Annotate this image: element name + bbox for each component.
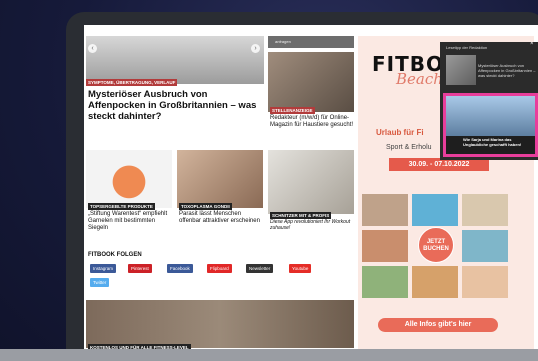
parasite-tag: TOXOPLASMA GONDII <box>179 203 232 210</box>
youtube-button[interactable]: Youtube <box>289 264 312 273</box>
ad-book-now-button[interactable]: JETZT BUCHEN <box>418 227 454 263</box>
popup-item-1[interactable]: Mysteriöser Ausbruch von Affenpocken in … <box>478 63 536 78</box>
ad-more-info-button[interactable]: Alle Infos gibt's hier <box>378 318 498 332</box>
close-icon[interactable]: × <box>530 41 534 47</box>
shrimp-image[interactable] <box>86 150 172 208</box>
instagram-button[interactable]: Instagram <box>90 264 117 273</box>
job-headline[interactable]: Redakteur (m/w/d) für Online-Magazin für… <box>270 115 354 129</box>
newsletter-button[interactable]: Newsletter <box>246 264 274 273</box>
follow-title: FITBOOK FOLGEN <box>88 252 142 258</box>
workout-image[interactable] <box>268 150 354 214</box>
ad-urlaub: Urlaub für Fi <box>376 128 424 137</box>
workout-tag: SCHNITZER MIT & PROFIS <box>270 212 332 219</box>
top-strip-label: anfragen <box>275 39 291 44</box>
workout-headline[interactable]: Diese App revolutioniert Ihr Workout zuh… <box>270 219 354 232</box>
hero-image[interactable] <box>86 36 264 84</box>
hero-tag: SYMPTOME, ÜBERTRAGUNG, VERLAUF <box>86 79 178 86</box>
carousel-prev-icon[interactable]: ‹ <box>88 44 97 53</box>
popup-title: Lesetipp der Redaktion <box>446 45 488 50</box>
twitter-button[interactable]: Twitter <box>90 278 110 287</box>
ad-tile <box>412 266 458 298</box>
ad-tile <box>362 230 408 262</box>
ad-sport: Sport & Erholu <box>386 144 432 151</box>
job-tag: STELLENANZEIGE <box>270 107 315 114</box>
ad-script: Beach <box>396 70 443 88</box>
parasite-headline[interactable]: Parasit lässt Menschen offenbar attrakti… <box>179 211 263 225</box>
ad-tile <box>362 194 408 226</box>
flipboard-button[interactable]: Flipboard <box>207 264 232 273</box>
popup-thumb-1[interactable] <box>446 55 476 85</box>
ad-tile <box>462 266 508 298</box>
fitness-image[interactable] <box>86 300 354 348</box>
laptop-bottom-bar <box>0 349 538 361</box>
pinterest-button[interactable]: Pinterest <box>128 264 152 273</box>
shrimp-tag: TOPSERGEBLTE PRODUKTE <box>88 203 155 210</box>
ad-tile <box>362 266 408 298</box>
popup-thumb-2[interactable] <box>446 96 535 136</box>
carousel-next-icon[interactable]: › <box>251 44 260 53</box>
ad-tile <box>462 194 508 226</box>
popup-item-2[interactable]: Wie Sarja und Marina das Unglaubliche ge… <box>463 137 533 148</box>
ad-tile <box>412 194 458 226</box>
parasite-image[interactable] <box>177 150 263 208</box>
job-image[interactable] <box>268 52 354 112</box>
facebook-button[interactable]: Facebook <box>167 264 193 273</box>
shrimp-headline[interactable]: „Stiftung Warentest“ empfiehlt Garnelen … <box>88 211 172 232</box>
ad-tile <box>462 230 508 262</box>
hero-headline[interactable]: Mysteriöser Ausbruch von Affenpocken in … <box>88 89 266 123</box>
